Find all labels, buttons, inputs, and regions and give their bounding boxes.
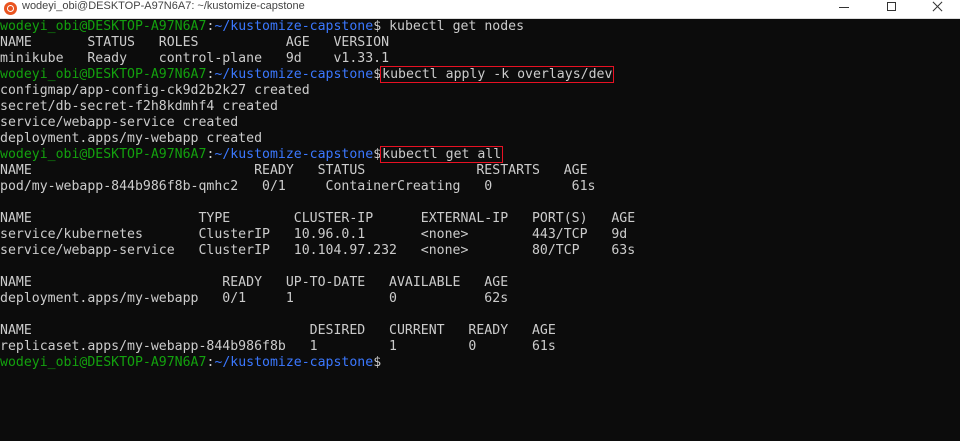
prompt-path: ~/kustomize-capstone xyxy=(214,355,374,370)
prompt-dollar: $ xyxy=(373,19,382,34)
prompt-path: ~/kustomize-capstone xyxy=(214,67,374,82)
output-line: minikube Ready control-plane 9d v1.33.1 xyxy=(0,51,390,66)
minimize-button[interactable] xyxy=(821,0,867,18)
output-line: NAME DESIRED CURRENT READY AGE xyxy=(0,323,556,338)
output-line: deployment.apps/my-webapp 0/1 1 0 62s xyxy=(0,291,509,306)
output-line: NAME STATUS ROLES AGE VERSION xyxy=(0,35,390,50)
output-line: service/webapp-service ClusterIP 10.104.… xyxy=(0,243,636,258)
prompt-dollar: $ xyxy=(373,147,382,162)
output-line: NAME READY UP-TO-DATE AVAILABLE AGE xyxy=(0,275,509,290)
prompt-user-host: wodeyi_obi@DESKTOP-A97N6A7 xyxy=(0,355,207,370)
prompt-line: wodeyi_obi@DESKTOP-A97N6A7:~/kustomize-c… xyxy=(0,19,524,35)
prompt-user-host: wodeyi_obi@DESKTOP-A97N6A7 xyxy=(0,147,207,162)
command-text: kubectl apply -k overlays/dev xyxy=(380,66,615,83)
minimize-icon xyxy=(839,6,849,8)
output-line: deployment.apps/my-webapp created xyxy=(0,131,263,146)
prompt-dollar: $ xyxy=(373,67,382,82)
maximize-button[interactable] xyxy=(868,0,914,18)
prompt-line: wodeyi_obi@DESKTOP-A97N6A7:~/kustomize-c… xyxy=(0,66,615,83)
command-text: kubectl get all xyxy=(380,146,504,163)
prompt-line: wodeyi_obi@DESKTOP-A97N6A7:~/kustomize-c… xyxy=(0,355,389,371)
command-text: kubectl get nodes xyxy=(381,19,525,34)
prompt-path: ~/kustomize-capstone xyxy=(214,19,374,34)
terminal-cursor xyxy=(381,355,389,369)
output-line: configmap/app-config-ck9d2b2k27 created xyxy=(0,83,310,98)
prompt-user-host: wodeyi_obi@DESKTOP-A97N6A7 xyxy=(0,67,207,82)
output-line: NAME READY STATUS RESTARTS AGE xyxy=(0,163,588,178)
output-line: NAME TYPE CLUSTER-IP EXTERNAL-IP PORT(S)… xyxy=(0,211,636,226)
prompt-path: ~/kustomize-capstone xyxy=(214,147,374,162)
output-line: service/webapp-service created xyxy=(0,115,239,130)
window-titlebar[interactable]: wodeyi_obi@DESKTOP-A97N6A7: ~/kustomize-… xyxy=(0,0,960,19)
prompt-line: wodeyi_obi@DESKTOP-A97N6A7:~/kustomize-c… xyxy=(0,146,504,163)
output-line: pod/my-webapp-844b986f8b-qmhc2 0/1 Conta… xyxy=(0,179,596,194)
ubuntu-icon xyxy=(4,2,17,15)
window-title: wodeyi_obi@DESKTOP-A97N6A7: ~/kustomize-… xyxy=(22,0,305,12)
prompt-dollar: $ xyxy=(373,355,382,370)
output-line: secret/db-secret-f2h8kdmhf4 created xyxy=(0,99,278,114)
output-line: replicaset.apps/my-webapp-844b986f8b 1 1… xyxy=(0,339,556,354)
close-icon xyxy=(932,1,943,12)
output-line: service/kubernetes ClusterIP 10.96.0.1 <… xyxy=(0,227,628,242)
close-button[interactable] xyxy=(914,0,960,18)
terminal-output[interactable]: wodeyi_obi@DESKTOP-A97N6A7:~/kustomize-c… xyxy=(0,19,960,441)
prompt-user-host: wodeyi_obi@DESKTOP-A97N6A7 xyxy=(0,19,207,34)
maximize-icon xyxy=(886,1,896,11)
